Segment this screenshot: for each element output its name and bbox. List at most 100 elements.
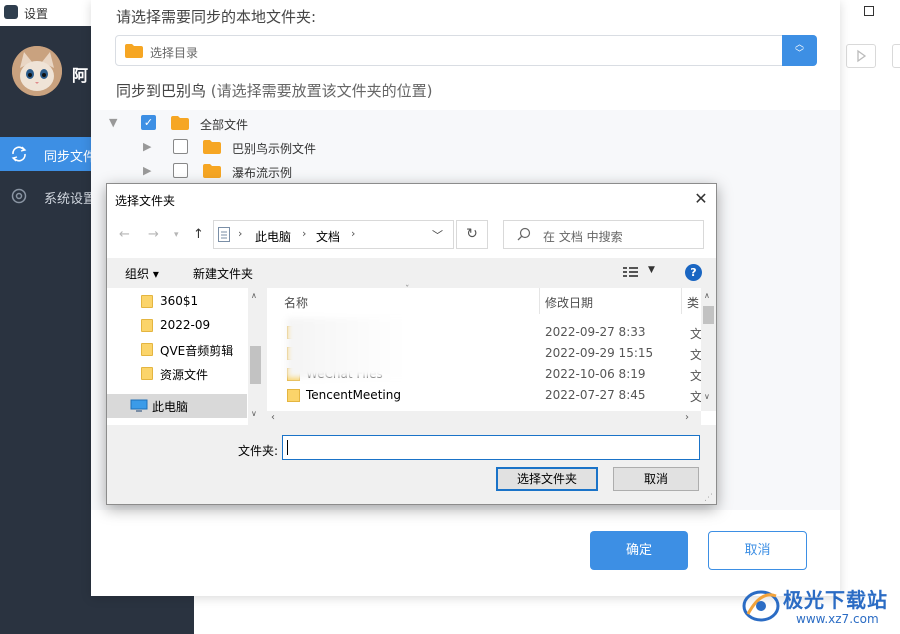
aurora-logo-icon [740,584,782,629]
tree-row[interactable]: ▶ 巴别鸟示例文件 [143,138,383,158]
modal-heading: 请选择需要同步的本地文件夹: [116,8,317,26]
resize-grip-icon[interactable]: ⋰ [704,493,713,503]
nav-item-label: QVE音频剪辑 [160,344,234,358]
folder-icon [141,367,153,380]
dialog-cancel-button[interactable]: 取消 [613,467,699,491]
checkbox[interactable] [173,163,188,178]
chevron-left-icon[interactable]: ‹ [271,412,275,423]
chevron-up-icon[interactable]: ∧ [704,291,710,300]
directory-placeholder: 选择目录 [150,46,199,60]
breadcrumb[interactable]: 此电脑 [255,228,291,245]
recent-dropdown-icon[interactable]: ▾ [174,230,179,240]
nav-item[interactable]: 资源文件 [107,362,247,386]
column-header-name[interactable]: 名称 [284,294,308,320]
folder-icon [287,389,300,402]
column-header-date[interactable]: 修改日期 [545,294,593,320]
file-list-vscrollbar[interactable]: ∧ ∨ [701,288,716,411]
checkbox[interactable] [173,139,188,154]
nav-item-this-pc[interactable]: 此电脑 [107,394,247,418]
gear-icon [10,187,28,205]
folder-field-label: 文件夹: [238,444,279,458]
address-bar[interactable]: › 此电脑 › 文档 › ﹀ [213,220,454,249]
triangle-right-icon[interactable]: ▶ [143,164,151,177]
chevron-down-icon[interactable]: ▼ [648,265,655,275]
tree-row-root[interactable]: ▼ ✓ 全部文件 [109,114,309,134]
watermark-url: www.xz7.com [796,612,879,626]
file-date: 2022-09-27 8:33 [545,325,646,339]
file-list-hscrollbar[interactable]: ‹ › [267,411,701,425]
nav-item-label: 360$1 [160,294,199,308]
avatar[interactable] [12,46,62,96]
dialog-command-bar: 组织 ▾ 新建文件夹 ▼ ? [107,258,716,288]
sync-to-hint: (请选择需要放置该文件夹的位置) [210,82,433,100]
computer-icon [130,399,148,416]
column-divider[interactable] [681,288,682,314]
forward-arrow-icon[interactable]: → [148,227,159,242]
close-icon[interactable]: ✕ [690,188,712,210]
sync-to-text: 同步到巴别鸟 [116,82,207,100]
select-folder-button[interactable]: 选择文件夹 [496,467,598,491]
column-divider[interactable] [539,288,540,314]
sync-target-label: 同步到巴别鸟 (请选择需要放置该文件夹的位置) [116,80,433,101]
maximize-icon[interactable] [864,6,874,16]
text-caret [287,440,288,455]
triangle-right-icon[interactable]: ▶ [143,140,151,153]
nav-scrollbar[interactable]: ∧ ∨ [248,288,263,425]
tree-row[interactable]: ▶ 瀑布流示例 [143,162,383,182]
column-header-type[interactable]: 类 [687,294,699,320]
main-area [840,26,900,634]
triangle-down-icon[interactable]: ▼ [109,116,117,129]
help-icon[interactable]: ? [685,264,702,281]
new-folder-button[interactable]: 新建文件夹 [193,265,253,282]
sort-indicator-icon: ˇ [405,285,410,295]
chevron-down-icon[interactable]: ∨ [251,409,257,418]
chevron-right-icon: › [351,227,356,240]
organize-menu[interactable]: 组织 ▾ [125,265,159,282]
document-icon [218,227,230,245]
back-arrow-icon[interactable]: ← [119,227,130,242]
navigation-pane: 360$1 2022-09 QVE音频剪辑 资源文件 此电脑 ∧ ∨ [107,288,263,425]
up-arrow-icon[interactable]: ↑ [193,227,204,242]
chevron-down-icon[interactable]: ∨ [704,392,710,401]
directory-select[interactable]: 选择目录 ︿ ﹀ [115,35,817,66]
folder-icon [125,44,143,61]
folder-picker-dialog: 选择文件夹 ✕ ← → ▾ ↑ › 此电脑 › 文档 › ﹀ ↻ 在 文档 中搜… [106,183,717,505]
file-row[interactable]: TencentMeeting 2022-07-27 8:45 文 [267,385,702,406]
window-title: 设置 [24,7,49,21]
folder-icon [141,295,153,308]
view-options-icon[interactable] [622,265,640,282]
play-button[interactable] [846,44,876,68]
watermark-name: 极光下载站 [783,588,888,612]
chevron-up-icon[interactable]: ∧ [251,291,257,300]
search-icon [517,227,531,244]
folder-icon [171,116,189,133]
chevron-updown-icon[interactable]: ︿ ﹀ [782,35,817,66]
file-date: 2022-10-06 8:19 [545,367,646,381]
search-input[interactable]: 在 文档 中搜索 [503,220,704,249]
nav-item[interactable]: QVE音频剪辑 [107,338,247,362]
cancel-button[interactable]: 取消 [708,531,807,570]
nav-item-label: 资源文件 [160,368,209,382]
chevron-right-icon: › [302,227,307,240]
file-list: ˇ 名称 修改日期 类 2022-09-27 8:33 文 2022-09-29… [267,285,716,425]
folder-input[interactable] [282,435,700,460]
chevron-down-icon[interactable]: ﹀ [432,227,443,243]
confirm-button[interactable]: 确定 [590,531,688,570]
nav-item[interactable]: 360$1 [107,290,247,314]
breadcrumb[interactable]: 文档 [316,228,340,245]
chevron-right-icon[interactable]: › [685,412,689,423]
nav-item[interactable]: 2022-09 [107,314,247,338]
tree-item-label: 全部文件 [200,118,249,132]
scroll-thumb[interactable] [703,306,714,324]
checkbox[interactable]: ✓ [141,115,156,130]
scroll-thumb[interactable] [250,346,261,384]
toolbar-button[interactable] [892,44,900,68]
blurred-region [287,318,437,378]
sync-icon [10,145,28,163]
file-name: TencentMeeting [306,388,401,402]
username: 阿 [72,66,89,85]
sidebar-item-label: 同步文件 [44,150,97,165]
refresh-button[interactable]: ↻ [456,220,488,249]
folder-icon [141,343,153,356]
dialog-titlebar: 选择文件夹 ✕ [107,184,716,214]
